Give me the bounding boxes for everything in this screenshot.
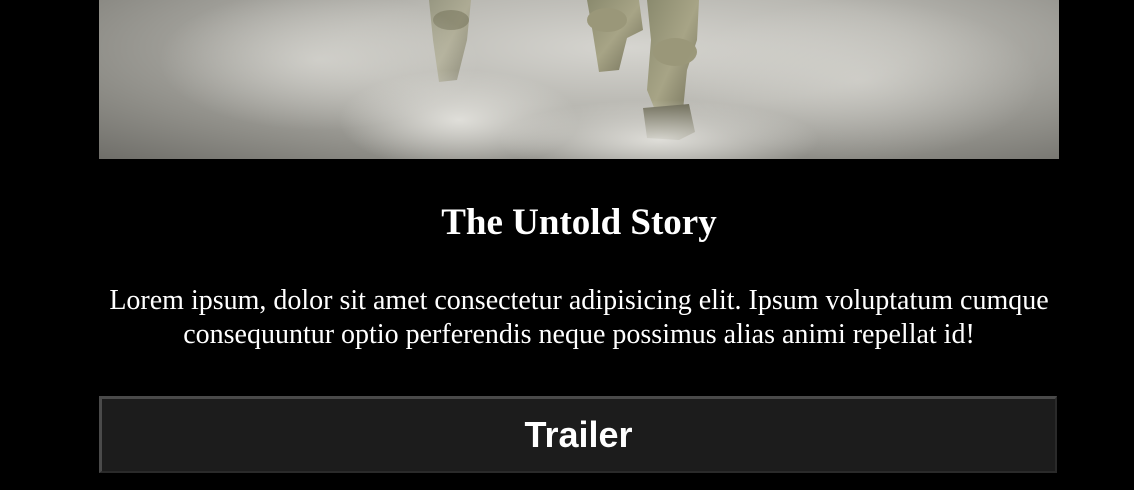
movie-title: The Untold Story	[441, 202, 717, 243]
movie-description: Lorem ipsum, dolor sit amet consectetur …	[109, 285, 1049, 350]
hero-image	[99, 0, 1059, 159]
trailer-button[interactable]: Trailer	[99, 396, 1057, 473]
hero-image-art	[159, 0, 1039, 159]
